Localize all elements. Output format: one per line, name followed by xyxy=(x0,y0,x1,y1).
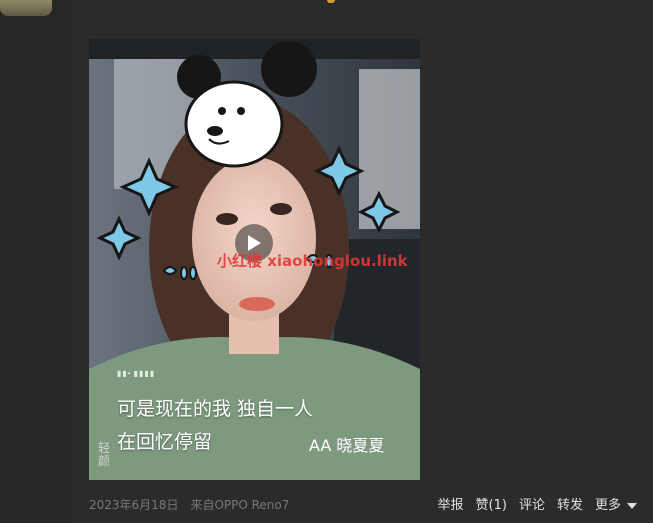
share-button[interactable]: 转发 xyxy=(557,494,583,513)
video-caption-line1: 可是现在的我 独自一人 xyxy=(117,398,314,420)
comment-button[interactable]: 评论 xyxy=(519,494,545,513)
watermark: 小红楼 xiaohonglou.link xyxy=(217,252,408,270)
avatar[interactable] xyxy=(0,0,52,16)
like-button[interactable]: 赞(1) xyxy=(476,494,507,513)
video-player[interactable]: ▮▮╸▮▮▮▮ 可是现在的我 独自一人 在回忆停留 AA 晓夏夏 轻颜 小红楼 … xyxy=(89,39,420,480)
report-button[interactable]: 举报 xyxy=(438,494,464,513)
video-caption-line2: 在回忆停留 xyxy=(117,431,213,453)
notification-dot xyxy=(327,0,335,3)
left-column xyxy=(0,0,72,523)
audio-wave: ▮▮╸▮▮▮▮ xyxy=(117,369,156,378)
video-signature: AA 晓夏夏 xyxy=(309,436,385,455)
post-actions: 举报 赞(1) 评论 转发 更多 xyxy=(438,494,637,513)
more-label: 更多 xyxy=(594,498,621,513)
app-logo: 轻颜 xyxy=(98,441,111,468)
post-date-source: 2023年6月18日 来自OPPO Reno7 xyxy=(89,498,290,512)
chevron-down-icon xyxy=(627,502,637,509)
more-button[interactable]: 更多 xyxy=(595,494,637,513)
